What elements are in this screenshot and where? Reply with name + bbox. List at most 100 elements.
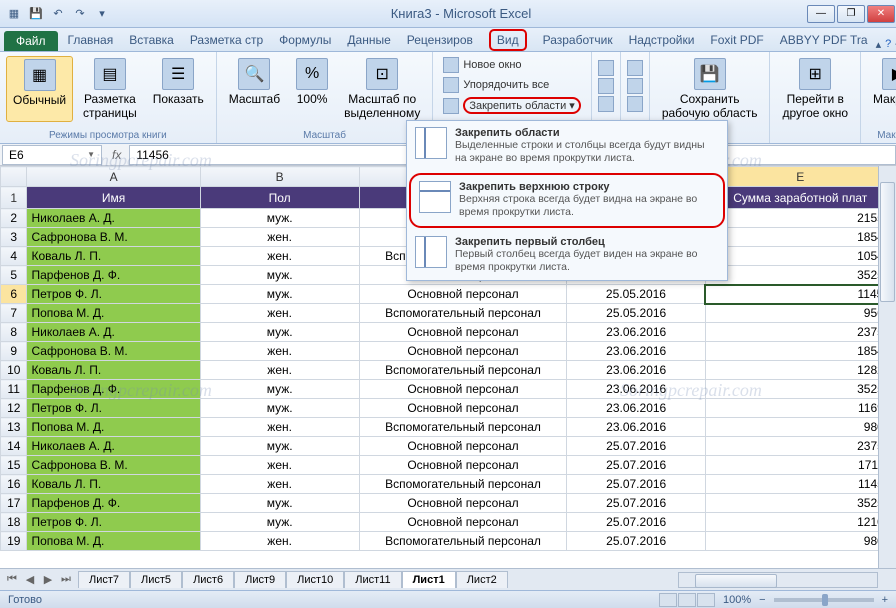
row-header-11[interactable]: 11 bbox=[1, 380, 27, 399]
cell-date[interactable]: 23.06.2016 bbox=[567, 323, 706, 342]
cell-name[interactable]: Сафронова В. М. bbox=[27, 228, 200, 247]
tab-Foxit PDF[interactable]: Foxit PDF bbox=[702, 29, 771, 51]
cell-sum[interactable]: 18546 bbox=[705, 342, 895, 361]
cell-sex[interactable]: жен. bbox=[200, 532, 359, 551]
switch-window-button[interactable]: ⊞Перейти в другое окно bbox=[776, 56, 854, 122]
reset-pos-icon[interactable] bbox=[627, 96, 643, 112]
cell-name[interactable]: Петров Ф. Л. bbox=[27, 285, 200, 304]
cell-cat[interactable]: Основной персонал bbox=[359, 342, 567, 361]
cell-cat[interactable]: Основной персонал bbox=[359, 285, 567, 304]
row-header-18[interactable]: 18 bbox=[1, 513, 27, 532]
row-header-13[interactable]: 13 bbox=[1, 418, 27, 437]
data-header[interactable]: Пол bbox=[200, 187, 359, 209]
scrollbar-thumb[interactable] bbox=[880, 182, 895, 302]
cell-cat[interactable]: Вспомогательный персонал bbox=[359, 418, 567, 437]
zoom-button[interactable]: 🔍Масштаб bbox=[223, 56, 286, 122]
row-header-12[interactable]: 12 bbox=[1, 399, 27, 418]
cell-name[interactable]: Петров Ф. Л. bbox=[27, 513, 200, 532]
row-header-10[interactable]: 10 bbox=[1, 361, 27, 380]
row-header-3[interactable]: 3 bbox=[1, 228, 27, 247]
excel-icon[interactable]: ▦ bbox=[4, 4, 24, 24]
save-workspace-button[interactable]: 💾Сохранить рабочую область bbox=[656, 56, 764, 122]
row-header-14[interactable]: 14 bbox=[1, 437, 27, 456]
cell-date[interactable]: 25.07.2016 bbox=[567, 532, 706, 551]
cell-cat[interactable]: Вспомогательный персонал bbox=[359, 532, 567, 551]
cell-cat[interactable]: Основной персонал bbox=[359, 399, 567, 418]
row-header-2[interactable]: 2 bbox=[1, 209, 27, 228]
cell-sex[interactable]: муж. bbox=[200, 266, 359, 285]
cell-sum[interactable]: 35254 bbox=[705, 380, 895, 399]
cell-sex[interactable]: муж. bbox=[200, 494, 359, 513]
sheet-prev-icon[interactable]: ◀ bbox=[22, 573, 38, 586]
split-icon[interactable] bbox=[598, 60, 614, 76]
row-header-17[interactable]: 17 bbox=[1, 494, 27, 513]
cell-sex[interactable]: муж. bbox=[200, 437, 359, 456]
row-header-6[interactable]: 6 bbox=[1, 285, 27, 304]
tab-Данные[interactable]: Данные bbox=[339, 29, 398, 51]
show-button[interactable]: ☰ Показать bbox=[147, 56, 210, 122]
cell-cat[interactable]: Основной персонал bbox=[359, 456, 567, 475]
arrange-all-button[interactable]: Упорядочить все bbox=[439, 76, 584, 94]
sheet-tab-Лист5[interactable]: Лист5 bbox=[130, 571, 182, 588]
zoom-100-button[interactable]: %100% bbox=[290, 56, 334, 122]
tab-Формулы[interactable]: Формулы bbox=[271, 29, 339, 51]
cell-cat[interactable]: Основной персонал bbox=[359, 323, 567, 342]
data-header[interactable]: Сумма заработной плат bbox=[705, 187, 895, 209]
cell-name[interactable]: Николаев А. Д. bbox=[27, 209, 200, 228]
tab-Разметка стр[interactable]: Разметка стр bbox=[182, 29, 271, 51]
cell-sum[interactable]: 9564 bbox=[705, 304, 895, 323]
sheet-tab-Лист2[interactable]: Лист2 bbox=[456, 571, 508, 588]
cell-sex[interactable]: жен. bbox=[200, 418, 359, 437]
cell-date[interactable]: 25.07.2016 bbox=[567, 456, 706, 475]
close-button[interactable]: ✕ bbox=[867, 5, 895, 23]
row-header-19[interactable]: 19 bbox=[1, 532, 27, 551]
cell-sum[interactable]: 23754 bbox=[705, 437, 895, 456]
sheet-tab-Лист10[interactable]: Лист10 bbox=[286, 571, 344, 588]
data-header[interactable]: Имя bbox=[27, 187, 200, 209]
zoom-in-icon[interactable]: + bbox=[882, 594, 888, 606]
row-header-1[interactable]: 1 bbox=[1, 187, 27, 209]
sheet-tab-Лист1[interactable]: Лист1 bbox=[402, 571, 456, 588]
cell-name[interactable]: Попова М. Д. bbox=[27, 532, 200, 551]
cell-date[interactable]: 23.06.2016 bbox=[567, 399, 706, 418]
cell-date[interactable]: 25.05.2016 bbox=[567, 304, 706, 323]
cell-cat[interactable]: Вспомогательный персонал bbox=[359, 304, 567, 323]
col-header-E[interactable]: E bbox=[705, 167, 895, 187]
row-header-15[interactable]: 15 bbox=[1, 456, 27, 475]
sheet-tab-Лист6[interactable]: Лист6 bbox=[182, 571, 234, 588]
name-box[interactable]: E6▼ bbox=[2, 145, 102, 165]
cell-sum[interactable]: 12821 bbox=[705, 361, 895, 380]
cell-date[interactable]: 25.07.2016 bbox=[567, 494, 706, 513]
cell-sum[interactable]: 11456 bbox=[705, 285, 895, 304]
sheet-next-icon[interactable]: ▶ bbox=[40, 573, 56, 586]
row-header-8[interactable]: 8 bbox=[1, 323, 27, 342]
freeze-option-all[interactable]: Закрепить областиВыделенные строки и сто… bbox=[407, 121, 727, 171]
cell-sum[interactable]: 9800 bbox=[705, 532, 895, 551]
col-header-corner[interactable] bbox=[1, 167, 27, 187]
cell-sum[interactable]: 12102 bbox=[705, 513, 895, 532]
tab-Вид[interactable]: Вид bbox=[481, 29, 535, 51]
maximize-button[interactable]: ❐ bbox=[837, 5, 865, 23]
cell-cat[interactable]: Вспомогательный персонал bbox=[359, 475, 567, 494]
cell-sex[interactable]: муж. bbox=[200, 380, 359, 399]
cell-sex[interactable]: жен. bbox=[200, 228, 359, 247]
cell-date[interactable]: 23.06.2016 bbox=[567, 342, 706, 361]
tab-Главная[interactable]: Главная bbox=[60, 29, 122, 51]
tab-Рецензиров[interactable]: Рецензиров bbox=[399, 29, 481, 51]
cell-sum[interactable]: 9800 bbox=[705, 418, 895, 437]
cell-cat[interactable]: Основной персонал bbox=[359, 380, 567, 399]
row-header-4[interactable]: 4 bbox=[1, 247, 27, 266]
unhide-icon[interactable] bbox=[598, 96, 614, 112]
save-icon[interactable]: 💾 bbox=[26, 4, 46, 24]
cell-date[interactable]: 25.05.2016 bbox=[567, 285, 706, 304]
cell-sex[interactable]: муж. bbox=[200, 323, 359, 342]
cell-sum[interactable]: 21556 bbox=[705, 209, 895, 228]
cell-sex[interactable]: муж. bbox=[200, 285, 359, 304]
cell-name[interactable]: Коваль Л. П. bbox=[27, 247, 200, 266]
side-by-side-icon[interactable] bbox=[627, 60, 643, 76]
cell-sum[interactable]: 11698 bbox=[705, 399, 895, 418]
cell-date[interactable]: 25.07.2016 bbox=[567, 513, 706, 532]
minimize-button[interactable]: — bbox=[807, 5, 835, 23]
cell-name[interactable]: Николаев А. Д. bbox=[27, 323, 200, 342]
zoom-out-icon[interactable]: − bbox=[759, 594, 765, 606]
